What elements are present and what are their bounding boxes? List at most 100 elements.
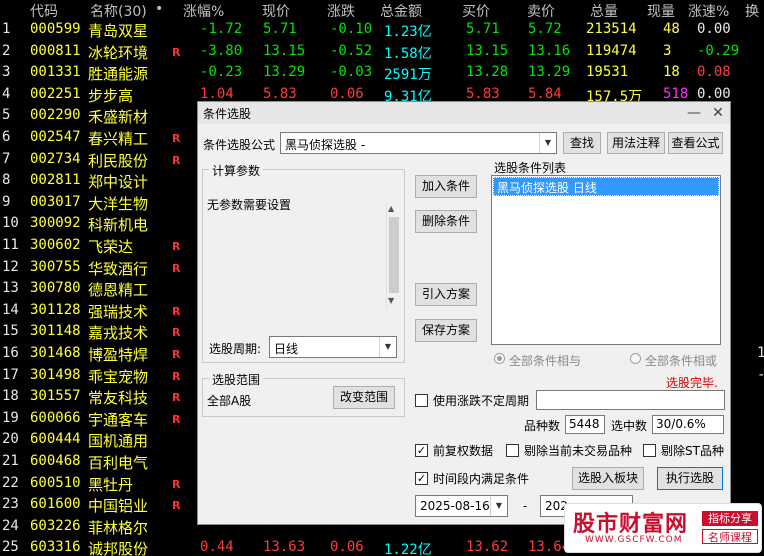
cell-name: 黑牡丹 <box>88 475 134 494</box>
table-row[interactable]: 1 000599 青岛双星 -1.72 5.71 -0.10 1.23亿 5.71 5.72 21… <box>0 20 764 42</box>
chevron-down-icon[interactable]: ▼ <box>539 133 556 153</box>
execute-button[interactable]: 执行选股 <box>657 467 723 490</box>
params-group: 计算参数 无参数需要设置 ▲ ▼ 选股周期: 日线 ▼ <box>202 162 405 363</box>
col-speed[interactable]: 涨速% <box>688 1 729 21</box>
add-condition-button[interactable]: 加入条件 <box>415 175 477 198</box>
col-dot: • <box>155 1 164 17</box>
cell-code: 601600 <box>30 496 81 513</box>
col-diff[interactable]: 涨跌 <box>327 1 355 21</box>
pre-adjust-checkbox[interactable]: ✓ <box>415 444 428 457</box>
time-range-checkbox[interactable]: ✓ <box>415 472 428 485</box>
date-start-picker[interactable]: 2025-08-16 ▼ <box>415 495 508 517</box>
col-turnover[interactable]: 换 <box>745 1 759 21</box>
col-volume[interactable]: 总量 <box>590 1 618 21</box>
cell-speed: -0.29 <box>697 42 740 59</box>
cell-diff: -0.10 <box>330 21 373 37</box>
cell-code: 603226 <box>30 517 81 534</box>
scroll-up-icon[interactable]: ▲ <box>388 204 394 213</box>
chevron-down-icon[interactable]: ▼ <box>379 337 396 357</box>
col-name[interactable]: 名称(30) <box>90 1 147 21</box>
close-icon[interactable]: ✕ <box>708 103 728 123</box>
cell-flag: R <box>172 304 181 318</box>
cell-idx: 1 <box>2 21 11 37</box>
cell-vol: 213514 <box>586 21 637 37</box>
cell-cur: 48 <box>663 21 680 37</box>
col-bid[interactable]: 买价 <box>462 1 490 21</box>
cell-idx: 8 <box>2 172 11 189</box>
radio-and[interactable] <box>494 353 505 364</box>
cell-name: 中国铝业 <box>88 497 149 516</box>
cell-name: 百利电气 <box>88 454 149 472</box>
cell-name: 德恩精工 <box>88 281 149 300</box>
cell-name: 利民股份 <box>88 151 149 170</box>
table-row[interactable]: 3 001331 胜通能源 -0.23 13.29 -0.03 2591万 13.28 13.2… <box>0 63 764 85</box>
cell-code: 600444 <box>30 431 81 448</box>
period-label: 选股周期: <box>209 342 262 356</box>
cell-code: 600468 <box>30 453 81 469</box>
cell-idx: 16 <box>2 345 19 361</box>
find-button[interactable]: 查找 <box>563 132 601 154</box>
minimize-icon[interactable]: — <box>684 103 704 123</box>
cell-vol: 19531 <box>586 64 629 81</box>
params-group-title: 计算参数 <box>209 162 264 179</box>
col-change-pct[interactable]: 涨幅% <box>183 1 224 21</box>
cell-name: 菲林格尔 <box>88 518 149 537</box>
cell-idx: 22 <box>2 474 19 491</box>
condition-list[interactable]: 黑马侦探选股 日线 <box>491 175 721 345</box>
cell-name: 诚邦股份 <box>88 540 149 556</box>
exclude-untraded-checkbox[interactable] <box>506 444 519 457</box>
col-amount[interactable]: 总金额 <box>380 1 422 21</box>
cell-name: 乖宝宠物 <box>88 367 149 386</box>
period-select[interactable]: 日线 ▼ <box>269 336 397 358</box>
add-to-block-button[interactable]: 选股入板块 <box>572 467 644 490</box>
cell-chg: 0.44 <box>200 539 234 556</box>
chevron-down-icon[interactable]: ▼ <box>490 496 507 516</box>
cell-bid: 5.83 <box>466 85 500 102</box>
save-scheme-button[interactable]: 保存方案 <box>415 319 477 342</box>
formula-select[interactable]: 黑马侦探选股 - ▼ <box>280 132 557 154</box>
usage-notes-button[interactable]: 用法注释 <box>607 132 665 154</box>
float-period-input[interactable] <box>536 390 725 410</box>
formula-value: 黑马侦探选股 - <box>285 138 366 152</box>
col-price[interactable]: 现价 <box>262 1 290 21</box>
change-range-button[interactable]: 改变范围 <box>333 386 395 409</box>
col-code[interactable]: 代码 <box>30 1 58 21</box>
list-item[interactable]: 黑马侦探选股 日线 <box>493 177 719 196</box>
import-scheme-button[interactable]: 引入方案 <box>415 283 477 306</box>
cell-price: 13.15 <box>263 42 306 59</box>
params-text: 无参数需要设置 <box>207 198 292 212</box>
count-label: 品种数 <box>524 419 561 433</box>
cell-code: 002547 <box>30 129 81 145</box>
cell-ask: 5.72 <box>528 21 562 37</box>
cell-chg: -0.23 <box>200 64 243 81</box>
exclude-st-checkbox[interactable] <box>643 444 656 457</box>
col-ask[interactable]: 卖价 <box>527 1 555 21</box>
cell-code: 300092 <box>30 215 81 232</box>
cell-code: 002734 <box>30 150 81 167</box>
status-text: 选股完毕. <box>666 376 718 390</box>
dialog-titlebar[interactable]: 条件选股 — ✕ <box>198 102 730 124</box>
cell-flag: R <box>172 45 181 59</box>
selected-value: 30/0.6% <box>652 415 724 434</box>
cell-bid: 13.28 <box>466 64 509 81</box>
cell-name: 华致酒行 <box>88 259 149 278</box>
cell-name: 胜通能源 <box>88 65 149 84</box>
radio-or[interactable] <box>630 353 641 364</box>
col-cur-vol[interactable]: 现量 <box>647 1 675 21</box>
float-period-checkbox[interactable] <box>415 394 428 407</box>
delete-condition-button[interactable]: 删除条件 <box>415 210 477 233</box>
params-scrollbar[interactable]: ▲ ▼ <box>386 203 400 309</box>
scroll-down-icon[interactable]: ▼ <box>388 296 394 305</box>
cell-diff: -0.52 <box>330 42 373 59</box>
scroll-thumb[interactable] <box>389 217 399 293</box>
cell-ask: 5.84 <box>528 85 562 102</box>
cell-chg: -1.72 <box>200 21 243 37</box>
view-formula-button[interactable]: 查看公式 <box>668 132 723 154</box>
dialog-title: 条件选股 <box>203 107 252 121</box>
cell-flag: R <box>172 369 181 383</box>
cell-idx: 13 <box>2 280 19 297</box>
table-row[interactable]: 2 000811 冰轮环境 R -3.80 13.15 -0.52 1.58亿 13.15 13.… <box>0 42 764 64</box>
cell-code: 000811 <box>30 42 81 59</box>
cell-idx: 21 <box>2 453 19 469</box>
cell-idx: 19 <box>2 409 19 426</box>
